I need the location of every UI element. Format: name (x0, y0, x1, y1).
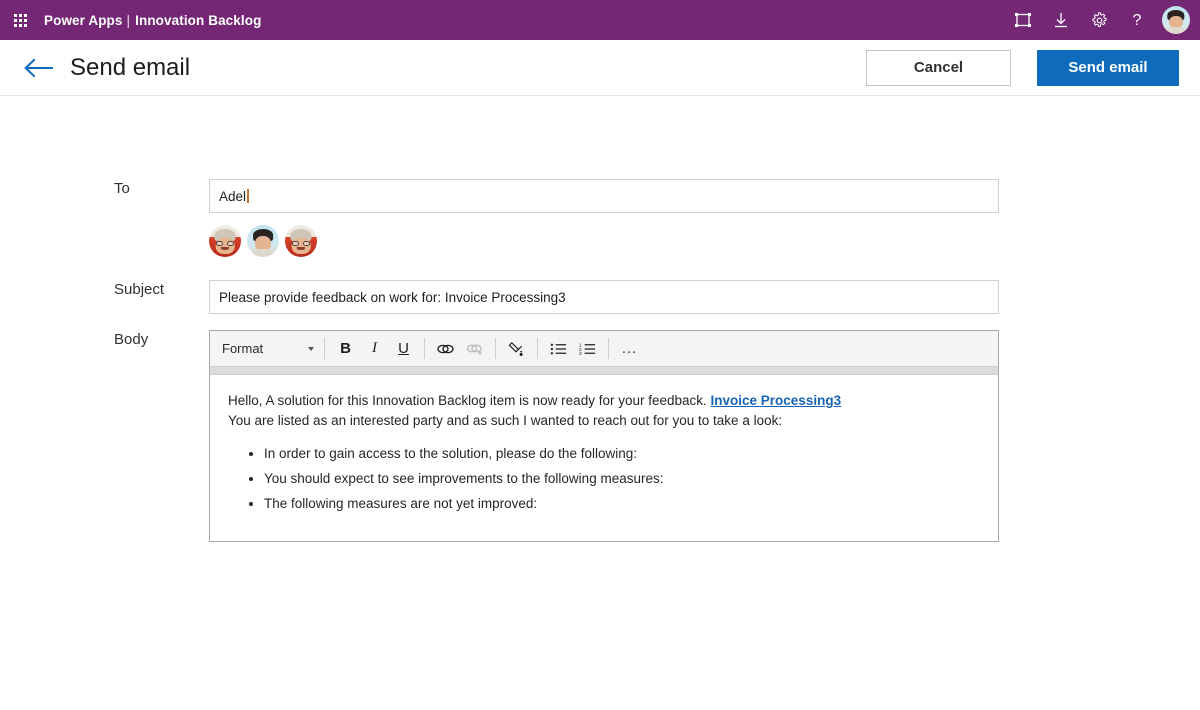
list-item: You should expect to see improvements to… (264, 470, 980, 488)
list-item: In order to gain access to the solution,… (264, 445, 980, 463)
subject-field-row: Subject (114, 280, 999, 314)
editor-toolbar: Format B I U 1 2 3 … (210, 331, 998, 367)
suite-header-bar: Power Apps | Innovation Backlog ? (0, 0, 1200, 40)
app-launcher-waffle-icon[interactable] (0, 0, 40, 40)
command-bar-actions: Cancel Send email (866, 49, 1179, 86)
avatar-image (1162, 6, 1190, 34)
rich-text-editor: Format B I U 1 2 3 … Hello, A solution f… (209, 330, 999, 542)
back-arrow-icon[interactable] (22, 51, 56, 85)
toolbar-divider (424, 338, 425, 359)
send-email-button[interactable]: Send email (1037, 49, 1179, 86)
app-name: Innovation Backlog (135, 12, 262, 28)
more-options-icon[interactable]: … (615, 335, 644, 363)
toolbar-divider (324, 338, 325, 359)
subject-label: Subject (114, 281, 165, 298)
subject-input[interactable] (209, 280, 999, 314)
toolbar-divider (608, 338, 609, 359)
body-line-2: You are listed as an interested party an… (228, 413, 783, 428)
format-dropdown[interactable]: Format (214, 335, 318, 363)
command-bar: Send email Cancel Send email (0, 40, 1200, 96)
insert-link-icon[interactable] (431, 335, 460, 363)
body-label: Body (114, 331, 149, 348)
body-field-row: Body Format B I U 1 2 3 … Hello, A solut… (114, 330, 999, 542)
suite-brand[interactable]: Power Apps | Innovation Backlog (44, 13, 261, 28)
page-title: Send email (70, 53, 191, 81)
to-label: To (114, 180, 130, 197)
body-line-1: Hello, A solution for this Innovation Ba… (228, 391, 980, 411)
to-input[interactable]: Adel (209, 179, 999, 213)
settings-gear-icon[interactable] (1080, 0, 1118, 40)
recipient-avatars (209, 225, 317, 257)
brand-name: Power Apps (44, 12, 123, 28)
help-question-icon[interactable]: ? (1118, 0, 1156, 40)
cancel-button[interactable]: Cancel (866, 49, 1011, 86)
suite-actions: ? (1004, 0, 1200, 40)
editor-toolbar-spacer (210, 367, 998, 375)
clear-formatting-icon[interactable] (502, 335, 531, 363)
to-input-wrapper: Adel (209, 179, 999, 213)
underline-button[interactable]: U (389, 335, 418, 363)
invoice-processing-link[interactable]: Invoice Processing3 (711, 393, 842, 408)
email-form: To Adel Subject Body Format (0, 97, 1200, 710)
chevron-down-icon (308, 346, 314, 351)
text-caret (247, 189, 249, 203)
download-icon[interactable] (1042, 0, 1080, 40)
list-item: The following measures are not yet impro… (264, 495, 980, 513)
waffle-grid (13, 13, 27, 27)
fit-to-screen-icon[interactable] (1004, 0, 1042, 40)
format-dropdown-label: Format (222, 341, 264, 356)
body-line-1-text: Hello, A solution for this Innovation Ba… (228, 393, 711, 408)
svg-text:3: 3 (579, 351, 582, 356)
brand-separator: | (126, 12, 131, 28)
to-field-row: To Adel (114, 179, 999, 213)
user-avatar[interactable] (1156, 0, 1196, 40)
to-input-value: Adel (219, 188, 247, 204)
person-avatar-2[interactable] (247, 225, 279, 257)
person-avatar-1[interactable] (209, 225, 241, 257)
toolbar-divider (537, 338, 538, 359)
toolbar-divider (495, 338, 496, 359)
bulleted-list-icon[interactable] (544, 335, 573, 363)
numbered-list-icon[interactable]: 1 2 3 (573, 335, 602, 363)
person-avatar-3[interactable] (285, 225, 317, 257)
bold-button[interactable]: B (331, 335, 360, 363)
italic-button[interactable]: I (360, 335, 389, 363)
body-bullet-list: In order to gain access to the solution,… (228, 445, 980, 513)
svg-text:?: ? (1133, 12, 1142, 29)
email-body-content[interactable]: Hello, A solution for this Innovation Ba… (210, 375, 998, 541)
remove-link-icon (460, 335, 489, 363)
